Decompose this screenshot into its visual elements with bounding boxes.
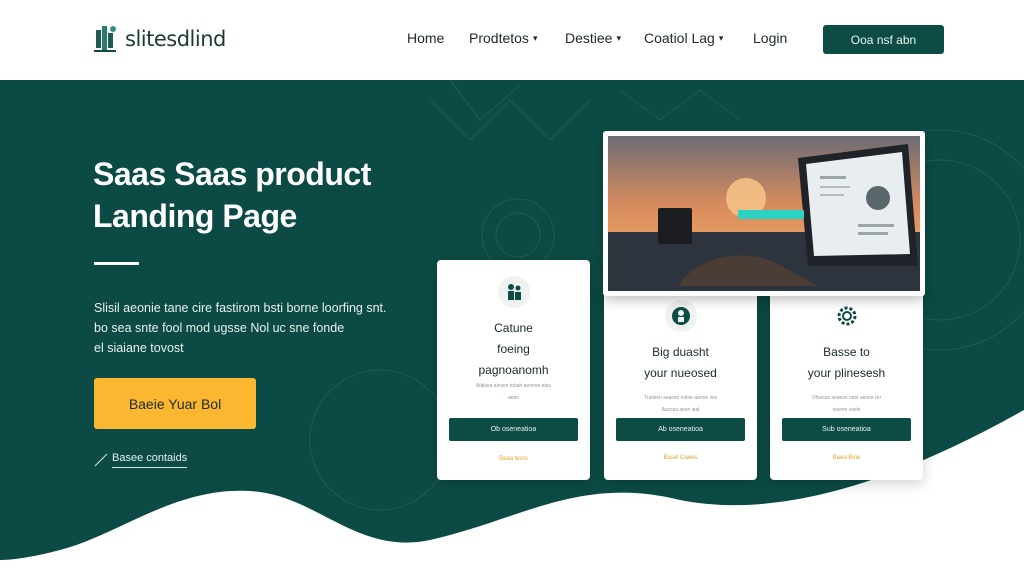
nav-item-label: Home <box>407 30 445 46</box>
hero-description-line: el siaiane tovost <box>94 341 184 355</box>
card-title-line: foeing <box>497 342 530 356</box>
card-button[interactable]: Ob oseneatioa <box>449 418 578 441</box>
nav-item-label: Coatiol Lag <box>644 30 715 46</box>
nav-item-label: Login <box>753 30 788 46</box>
chevron-down-icon: ▾ <box>532 32 538 43</box>
laptop-illustration <box>608 136 920 291</box>
slash-icon <box>94 453 108 467</box>
nav-item-login[interactable]: Login <box>753 30 787 46</box>
feature-card: Basse to your plinesesh Ofsessa seaesn n… <box>770 292 923 480</box>
card-subtitle: Walsea ainsen tolaet aeonne atac aeon <box>447 380 580 404</box>
card-title: Basse to your plinesesh <box>770 342 923 384</box>
card-subtitle-line: oisenn vsele <box>832 407 861 413</box>
nav-item-products[interactable]: Prodtetos ▾ <box>469 30 537 46</box>
hero-secondary-link[interactable]: Basee contaids <box>94 452 188 468</box>
laptop-sunset-image <box>608 136 920 291</box>
feature-card: Big duasht your nueosed Tuelsen seaesn n… <box>604 292 757 480</box>
top-navigation: slitesdlind Home Prodtetos ▾ Destiee ▾ C… <box>0 0 1024 80</box>
nav-item-label: Destiee <box>565 30 613 46</box>
gear-icon <box>830 300 863 332</box>
card-subtitle-line: Ofsessa seaesn nost aenoe rer <box>811 395 882 401</box>
card-title-line: Basse to <box>823 345 870 359</box>
person-icon <box>664 300 697 332</box>
chevron-down-icon: ▾ <box>718 32 724 43</box>
product-photo <box>603 131 925 296</box>
card-title-line: Big duasht <box>652 345 709 359</box>
nav-item-label: Prodtetos <box>469 30 529 46</box>
card-title: Big duasht your nueosed <box>604 342 757 384</box>
card-subtitle-line: aeon <box>507 395 520 401</box>
card-title-line: pagnoanomh <box>478 363 549 377</box>
hero-description-line: Slisil aeonie tane cire fastirom bsti bo… <box>94 301 387 315</box>
hero-divider <box>94 262 139 265</box>
card-link[interactable]: Basel Caees <box>604 455 757 461</box>
hero-description-line: bo sea snte fool mod ugsse Nol uc sne fo… <box>94 321 345 335</box>
card-subtitle-line: Aacssa aesn ieal <box>661 407 700 413</box>
nav-item-destinations[interactable]: Destiee ▾ <box>565 30 621 46</box>
nav-item-catalog[interactable]: Coatiol Lag ▾ <box>644 30 723 46</box>
hero-headline-line: Landing Page <box>93 198 297 234</box>
hero-headline: Saas Saas product Landing Page <box>93 153 423 237</box>
nav-cta-button[interactable]: Ooa nsf abn <box>823 25 944 54</box>
card-title: Catune foeing pagnoanomh <box>437 318 590 381</box>
card-subtitle: Ofsessa seaesn nost aenoe rer oisenn vse… <box>780 392 913 416</box>
hero-headline-line: Saas Saas product <box>93 156 371 192</box>
feature-card: Catune foeing pagnoanomh Walsea ainsen t… <box>437 260 590 480</box>
card-link[interactable]: Beaa bons <box>437 456 590 462</box>
chevron-down-icon: ▾ <box>616 32 621 43</box>
card-button[interactable]: Sub oseneatioa <box>782 418 911 441</box>
card-link[interactable]: Baea Bine <box>770 455 923 461</box>
people-icon <box>497 276 530 308</box>
hero-section: Saas Saas product Landing Page Slisil ae… <box>0 80 1024 583</box>
hero-description: Slisil aeonie tane cire fastirom bsti bo… <box>94 298 404 358</box>
hero-cta-button[interactable]: Baeie Yuar Bol <box>94 378 256 429</box>
card-title-line: your nueosed <box>644 366 717 380</box>
hero-secondary-link-label: Basee contaids <box>112 452 188 468</box>
card-button[interactable]: Ab oseneatioa <box>616 418 745 441</box>
nav-item-home[interactable]: Home <box>407 30 444 46</box>
card-title-line: your plinesesh <box>807 366 886 380</box>
card-title-line: Catune <box>494 321 533 335</box>
card-subtitle-line: Tuelsen seaesn noloe aenoe rea <box>644 395 717 401</box>
card-subtitle-line: Walsea ainsen tolaet aeonne atac <box>475 383 552 389</box>
card-subtitle: Tuelsen seaesn noloe aenoe rea Aacssa ae… <box>614 392 747 416</box>
